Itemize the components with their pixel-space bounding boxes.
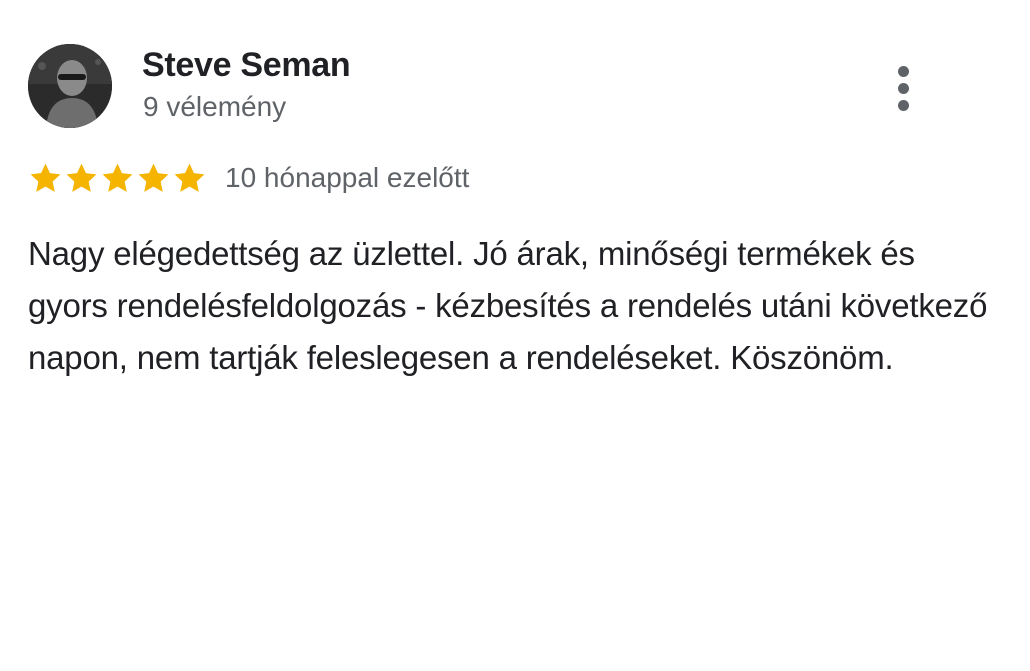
review-count: 9 vélemény [143, 91, 287, 122]
star-rating [28, 161, 207, 196]
star-icon [102, 163, 133, 192]
menu-dot [897, 65, 909, 77]
review-time: 10 hónappal ezelőtt [225, 162, 470, 193]
avatar[interactable] [28, 44, 112, 128]
review-text: Nagy elégedettség az üzlettel. Jó árak, … [28, 235, 988, 376]
menu-dot [897, 99, 909, 111]
star-icon [174, 163, 205, 192]
more-vert-icon[interactable] [884, 60, 922, 116]
author-name[interactable]: Steve Seman [142, 46, 351, 85]
review-card: Steve Seman 9 vélemény 10 hónappal ezelő… [0, 0, 1030, 671]
star-icon [30, 163, 61, 192]
menu-dot [897, 82, 909, 94]
star-icon [66, 163, 97, 192]
rating-row: 10 hónappal ezelőtt [28, 158, 469, 198]
star-icon [138, 163, 169, 192]
profile-photo [28, 44, 112, 128]
